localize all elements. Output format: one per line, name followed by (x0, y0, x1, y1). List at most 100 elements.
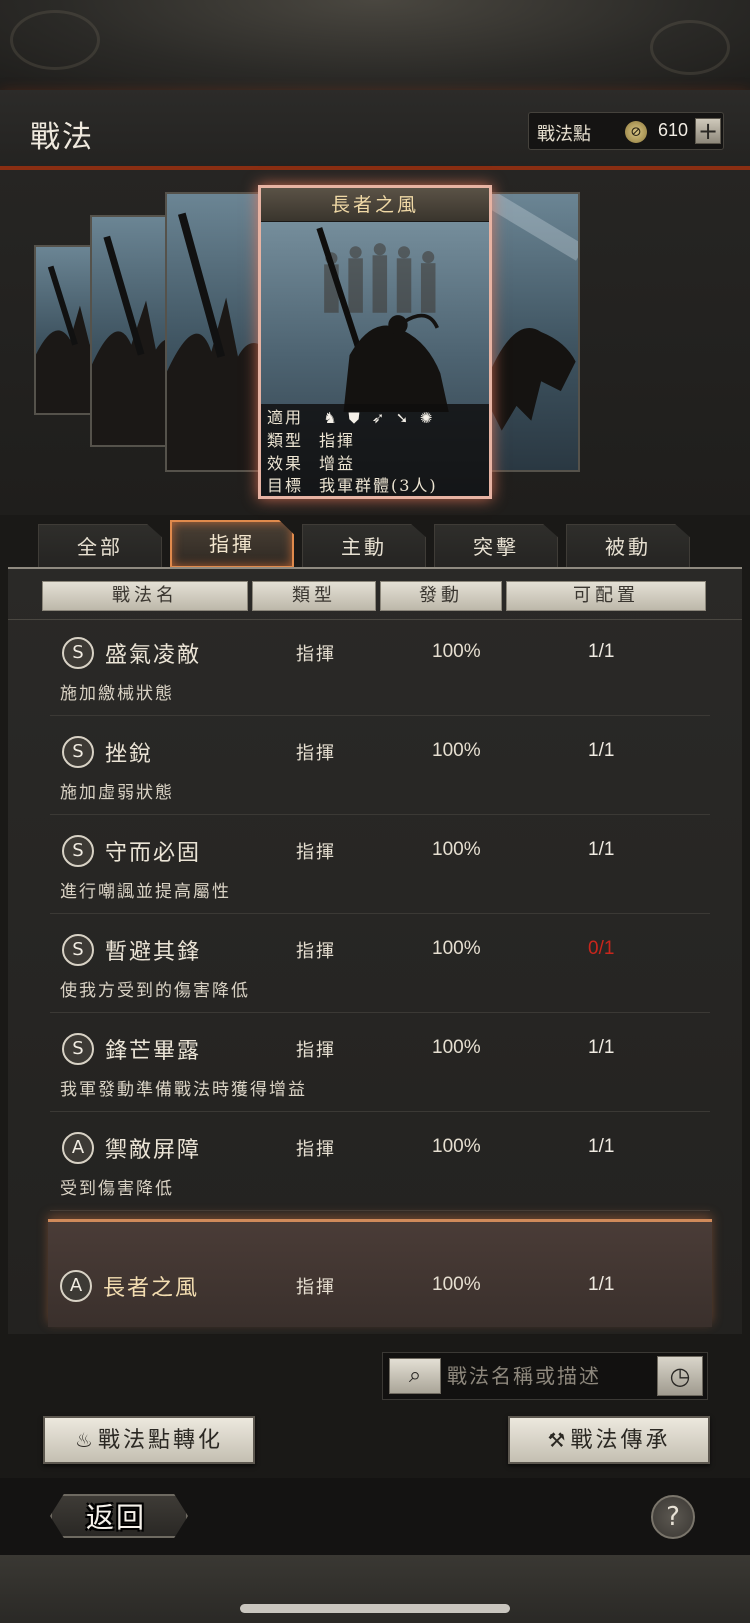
card-effect-row: 效果 增益 (267, 450, 356, 473)
tab-active[interactable]: 主動 (302, 524, 426, 568)
column-header-name[interactable]: 戰法名 (42, 581, 248, 611)
archer-icon: ➶ (371, 409, 387, 427)
grade-badge: A (60, 1270, 92, 1302)
card-effect-label: 效果 (267, 454, 304, 473)
tactic-card-carousel[interactable]: 長者之風 適用 ♞ ⛊ ➶ ➘ ✺ 類型 指揮 效果 增益 目標 我軍群體(3人) (0, 170, 750, 515)
grade-badge: S (62, 637, 94, 669)
tactic-name: 禦敵屏障 (105, 1138, 202, 1163)
card-title: 長者之風 (261, 188, 489, 222)
tactic-slots: 1/1 (588, 740, 615, 761)
card-type-value: 指揮 (319, 431, 356, 450)
clock-icon: ◷ (669, 1362, 691, 1390)
column-header-type[interactable]: 類型 (252, 581, 376, 611)
tactic-name: 暫避其鋒 (105, 940, 202, 965)
tactic-rate: 100% (432, 641, 481, 662)
table-row[interactable]: S 盛氣凌敵 指揮 100% 1/1 施加繳械狀態 (50, 621, 710, 716)
top-background (0, 0, 750, 90)
tactic-description: 進行嘲諷並提高屬性 (60, 882, 231, 902)
card-applicable-label: 適用 (267, 408, 304, 427)
tactic-rate: 100% (432, 1136, 481, 1157)
table-row[interactable]: S 挫銳 指揮 100% 1/1 施加虛弱狀態 (50, 720, 710, 815)
table-row[interactable]: S 守而必固 指揮 100% 1/1 進行嘲諷並提高屬性 (50, 819, 710, 914)
tactic-name: 守而必固 (105, 841, 202, 866)
tactic-list-panel[interactable]: 戰法名 類型 發動 可配置 S 盛氣凌敵 指揮 100% 1/1 施加繳械狀態 … (8, 569, 742, 1334)
card-info-panel: 適用 ♞ ⛊ ➶ ➘ ✺ 類型 指揮 效果 增益 目標 我軍群體(3人) (261, 404, 489, 496)
card-art (316, 227, 449, 412)
tactic-slots: 1/1 (588, 1037, 615, 1058)
flame-icon: ♨ (75, 1428, 96, 1452)
tactic-type: 指揮 (296, 1040, 336, 1061)
tactic-description: 施加虛弱狀態 (60, 783, 174, 803)
tactic-description: 使我方受到的傷害降低 (60, 981, 250, 1001)
chariot-icon: ✺ (419, 409, 435, 427)
equipped-tactic-row[interactable]: A 長者之風 指揮 100% 1/1 (48, 1219, 712, 1327)
tactic-type: 指揮 (296, 941, 336, 962)
tactic-slots: 1/1 (588, 1274, 615, 1295)
hammer-icon: ⚒ (547, 1428, 569, 1452)
convert-points-button[interactable]: ♨戰法點轉化 (43, 1416, 255, 1464)
tab-all[interactable]: 全部 (38, 524, 162, 568)
grade-badge: S (62, 835, 94, 867)
footer-bar: 返回 ? (0, 1478, 750, 1556)
table-row[interactable]: S 鋒芒畢露 指揮 100% 1/1 我軍發動準備戰法時獲得增益 (50, 1017, 710, 1112)
tactic-slots: 1/1 (588, 1136, 615, 1157)
tactic-name: 盛氣凌敵 (105, 643, 202, 668)
tactic-type: 指揮 (296, 644, 336, 665)
tactic-rate: 100% (432, 1274, 481, 1295)
tab-command[interactable]: 指揮 (170, 520, 294, 568)
grade-badge: S (62, 934, 94, 966)
help-button[interactable]: ? (651, 1495, 695, 1539)
page-title: 戰法 (30, 120, 94, 155)
tactic-points-box: 戰法點 ⊘ 610 + (528, 112, 724, 150)
card-type-row: 類型 指揮 (267, 427, 356, 450)
cloud-decoration (10, 10, 100, 70)
cavalry-icon: ♞ (323, 409, 339, 427)
convert-points-label: 戰法點轉化 (97, 1428, 223, 1453)
column-header-slots[interactable]: 可配置 (506, 581, 706, 611)
header-divider (8, 619, 742, 620)
tactic-points-label: 戰法點 (537, 124, 591, 145)
tactic-rate: 100% (432, 938, 481, 959)
tactic-slots: 0/1 (588, 938, 615, 959)
tactic-type: 指揮 (296, 1139, 336, 1160)
search-button[interactable]: ⌕ (389, 1358, 441, 1394)
history-button[interactable]: ◷ (657, 1356, 703, 1396)
tactic-description: 受到傷害降低 (60, 1179, 174, 1199)
card-target-row: 目標 我軍群體(3人) (267, 472, 438, 495)
card-type-label: 類型 (267, 431, 304, 450)
column-header-rate[interactable]: 發動 (380, 581, 502, 611)
grade-badge: A (62, 1132, 94, 1164)
tactic-type: 指揮 (296, 842, 336, 863)
spear-icon: ➘ (395, 409, 411, 427)
tactic-tabs: 全部 指揮 主動 突擊 被動 (0, 520, 750, 570)
inherit-tactic-label: 戰法傳承 (570, 1428, 671, 1453)
card-effect-value: 增益 (319, 454, 356, 473)
card-target-value: 我軍群體(3人) (319, 476, 438, 495)
selected-tactic-card[interactable]: 長者之風 適用 ♞ ⛊ ➶ ➘ ✺ 類型 指揮 效果 增益 目標 我軍群體(3人) (258, 185, 492, 499)
tactic-rate: 100% (432, 839, 481, 860)
tab-assault[interactable]: 突擊 (434, 524, 558, 568)
shield-icon: ⛊ (348, 409, 362, 427)
tactic-type: 指揮 (296, 1277, 336, 1298)
tactic-name: 鋒芒畢露 (105, 1039, 202, 1064)
add-points-button[interactable]: + (695, 118, 721, 144)
card-applicable-row: 適用 ♞ ⛊ ➶ ➘ ✺ (267, 404, 439, 427)
search-input[interactable] (447, 1359, 647, 1393)
tab-passive[interactable]: 被動 (566, 524, 690, 568)
tactic-description: 施加繳械狀態 (60, 684, 174, 704)
table-row[interactable]: A 禦敵屏障 指揮 100% 1/1 受到傷害降低 (50, 1116, 710, 1211)
home-indicator[interactable] (240, 1604, 510, 1613)
search-box: ⌕ ◷ (382, 1352, 708, 1400)
cloud-decoration (650, 20, 730, 75)
tactic-name: 長者之風 (103, 1276, 200, 1301)
inherit-tactic-button[interactable]: ⚒戰法傳承 (508, 1416, 710, 1464)
tactic-description: 我軍發動準備戰法時獲得增益 (60, 1080, 307, 1100)
grade-badge: S (62, 1033, 94, 1065)
tactic-slots: 1/1 (588, 641, 615, 662)
back-label[interactable]: 返回 (86, 1496, 146, 1536)
tactic-rate: 100% (432, 740, 481, 761)
tactic-card[interactable] (480, 192, 580, 472)
tactic-name: 挫銳 (105, 742, 154, 767)
tactic-points-value: 610 (657, 120, 689, 140)
table-row[interactable]: S 暫避其鋒 指揮 100% 0/1 使我方受到的傷害降低 (50, 918, 710, 1013)
